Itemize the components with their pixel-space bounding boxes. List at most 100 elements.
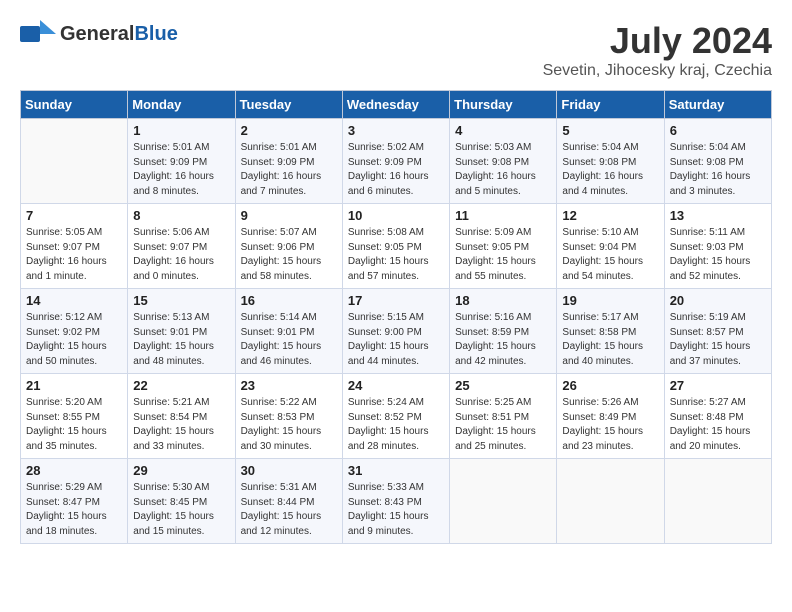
title-area: July 2024 Sevetin, Jihocesky kraj, Czech… [543,20,772,80]
day-number: 20 [670,293,766,308]
calendar-day-cell: 1 Sunrise: 5:01 AMSunset: 9:09 PMDaylight… [128,119,235,204]
day-number: 16 [241,293,337,308]
day-info: Sunrise: 5:19 AMSunset: 8:57 PMDaylight:… [670,311,766,369]
day-number: 31 [348,463,444,478]
day-info: Sunrise: 5:15 AMSunset: 9:00 PMDaylight:… [348,311,444,369]
day-number: 19 [562,293,658,308]
day-number: 22 [133,378,229,393]
day-info: Sunrise: 5:10 AMSunset: 9:04 PMDaylight:… [562,226,658,284]
empty-day-cell [664,459,771,544]
day-number: 15 [133,293,229,308]
month-title: July 2024 [543,20,772,62]
logo: GeneralBlue [20,20,178,48]
weekday-header-sunday: Sunday [21,91,128,119]
logo-blue: Blue [134,23,177,45]
day-number: 12 [562,208,658,223]
day-number: 9 [241,208,337,223]
day-info: Sunrise: 5:01 AMSunset: 9:09 PMDaylight:… [133,141,229,199]
empty-day-cell [450,459,557,544]
day-number: 4 [455,123,551,138]
day-info: Sunrise: 5:14 AMSunset: 9:01 PMDaylight:… [241,311,337,369]
empty-day-cell [557,459,664,544]
day-info: Sunrise: 5:30 AMSunset: 8:45 PMDaylight:… [133,481,229,539]
day-info: Sunrise: 5:29 AMSunset: 8:47 PMDaylight:… [26,481,122,539]
calendar-day-cell: 26 Sunrise: 5:26 AMSunset: 8:49 PMDayligh… [557,374,664,459]
day-number: 7 [26,208,122,223]
day-info: Sunrise: 5:04 AMSunset: 9:08 PMDaylight:… [562,141,658,199]
day-number: 29 [133,463,229,478]
day-info: Sunrise: 5:27 AMSunset: 8:48 PMDaylight:… [670,396,766,454]
weekday-header-saturday: Saturday [664,91,771,119]
calendar-day-cell: 19 Sunrise: 5:17 AMSunset: 8:58 PMDayligh… [557,289,664,374]
calendar-week-row: 28 Sunrise: 5:29 AMSunset: 8:47 PMDayligh… [21,459,772,544]
page-header: GeneralBlue July 2024 Sevetin, Jihocesky… [20,20,772,80]
calendar-day-cell: 22 Sunrise: 5:21 AMSunset: 8:54 PMDayligh… [128,374,235,459]
calendar-day-cell: 20 Sunrise: 5:19 AMSunset: 8:57 PMDayligh… [664,289,771,374]
calendar-day-cell: 12 Sunrise: 5:10 AMSunset: 9:04 PMDayligh… [557,204,664,289]
calendar-day-cell: 28 Sunrise: 5:29 AMSunset: 8:47 PMDayligh… [21,459,128,544]
calendar-day-cell: 17Sunrise: 5:15 AMSunset: 9:00 PMDayligh… [342,289,449,374]
day-number: 6 [670,123,766,138]
day-info: Sunrise: 5:06 AMSunset: 9:07 PMDaylight:… [133,226,229,284]
day-info: Sunrise: 5:11 AMSunset: 9:03 PMDaylight:… [670,226,766,284]
calendar-day-cell: 9Sunrise: 5:07 AMSunset: 9:06 PMDaylight… [235,204,342,289]
day-number: 21 [26,378,122,393]
day-info: Sunrise: 5:01 AMSunset: 9:09 PMDaylight:… [241,141,337,199]
calendar-day-cell: 15 Sunrise: 5:13 AMSunset: 9:01 PMDayligh… [128,289,235,374]
calendar-day-cell: 8 Sunrise: 5:06 AMSunset: 9:07 PMDaylight… [128,204,235,289]
calendar-day-cell: 3Sunrise: 5:02 AMSunset: 9:09 PMDaylight… [342,119,449,204]
day-info: Sunrise: 5:12 AMSunset: 9:02 PMDaylight:… [26,311,122,369]
day-number: 1 [133,123,229,138]
calendar-week-row: 21 Sunrise: 5:20 AMSunset: 8:55 PMDayligh… [21,374,772,459]
calendar-day-cell: 6 Sunrise: 5:04 AMSunset: 9:08 PMDaylight… [664,119,771,204]
day-number: 5 [562,123,658,138]
weekday-header-row: SundayMondayTuesdayWednesdayThursdayFrid… [21,91,772,119]
day-info: Sunrise: 5:21 AMSunset: 8:54 PMDaylight:… [133,396,229,454]
calendar-week-row: 1 Sunrise: 5:01 AMSunset: 9:09 PMDaylight… [21,119,772,204]
day-info: Sunrise: 5:13 AMSunset: 9:01 PMDaylight:… [133,311,229,369]
weekday-header-thursday: Thursday [450,91,557,119]
day-number: 3 [348,123,444,138]
day-number: 14 [26,293,122,308]
calendar-day-cell: 18 Sunrise: 5:16 AMSunset: 8:59 PMDayligh… [450,289,557,374]
day-number: 24 [348,378,444,393]
day-info: Sunrise: 5:26 AMSunset: 8:49 PMDaylight:… [562,396,658,454]
day-info: Sunrise: 5:04 AMSunset: 9:08 PMDaylight:… [670,141,766,199]
day-number: 8 [133,208,229,223]
weekday-header-wednesday: Wednesday [342,91,449,119]
calendar-day-cell: 11 Sunrise: 5:09 AMSunset: 9:05 PMDayligh… [450,204,557,289]
logo-icon [20,20,56,48]
calendar-day-cell: 27 Sunrise: 5:27 AMSunset: 8:48 PMDayligh… [664,374,771,459]
day-number: 10 [348,208,444,223]
day-number: 13 [670,208,766,223]
calendar-day-cell: 30Sunrise: 5:31 AMSunset: 8:44 PMDayligh… [235,459,342,544]
calendar-day-cell: 29 Sunrise: 5:30 AMSunset: 8:45 PMDayligh… [128,459,235,544]
day-number: 11 [455,208,551,223]
calendar-day-cell: 4 Sunrise: 5:03 AMSunset: 9:08 PMDaylight… [450,119,557,204]
day-info: Sunrise: 5:25 AMSunset: 8:51 PMDaylight:… [455,396,551,454]
calendar-day-cell: 5 Sunrise: 5:04 AMSunset: 9:08 PMDaylight… [557,119,664,204]
calendar-week-row: 14 Sunrise: 5:12 AMSunset: 9:02 PMDayligh… [21,289,772,374]
empty-day-cell [21,119,128,204]
day-info: Sunrise: 5:33 AMSunset: 8:43 PMDaylight:… [348,481,444,539]
day-number: 26 [562,378,658,393]
day-info: Sunrise: 5:22 AMSunset: 8:53 PMDaylight:… [241,396,337,454]
day-number: 28 [26,463,122,478]
calendar-day-cell: 23 Sunrise: 5:22 AMSunset: 8:53 PMDayligh… [235,374,342,459]
calendar-day-cell: 25Sunrise: 5:25 AMSunset: 8:51 PMDayligh… [450,374,557,459]
calendar-day-cell: 31 Sunrise: 5:33 AMSunset: 8:43 PMDayligh… [342,459,449,544]
location-subtitle: Sevetin, Jihocesky kraj, Czechia [543,62,772,80]
day-info: Sunrise: 5:20 AMSunset: 8:55 PMDaylight:… [26,396,122,454]
day-info: Sunrise: 5:24 AMSunset: 8:52 PMDaylight:… [348,396,444,454]
calendar-day-cell: 24 Sunrise: 5:24 AMSunset: 8:52 PMDayligh… [342,374,449,459]
day-info: Sunrise: 5:03 AMSunset: 9:08 PMDaylight:… [455,141,551,199]
day-number: 27 [670,378,766,393]
day-info: Sunrise: 5:17 AMSunset: 8:58 PMDaylight:… [562,311,658,369]
day-number: 18 [455,293,551,308]
day-number: 23 [241,378,337,393]
day-info: Sunrise: 5:09 AMSunset: 9:05 PMDaylight:… [455,226,551,284]
calendar-day-cell: 7Sunrise: 5:05 AMSunset: 9:07 PMDaylight… [21,204,128,289]
day-number: 2 [241,123,337,138]
calendar-day-cell: 10Sunrise: 5:08 AMSunset: 9:05 PMDayligh… [342,204,449,289]
day-info: Sunrise: 5:16 AMSunset: 8:59 PMDaylight:… [455,311,551,369]
